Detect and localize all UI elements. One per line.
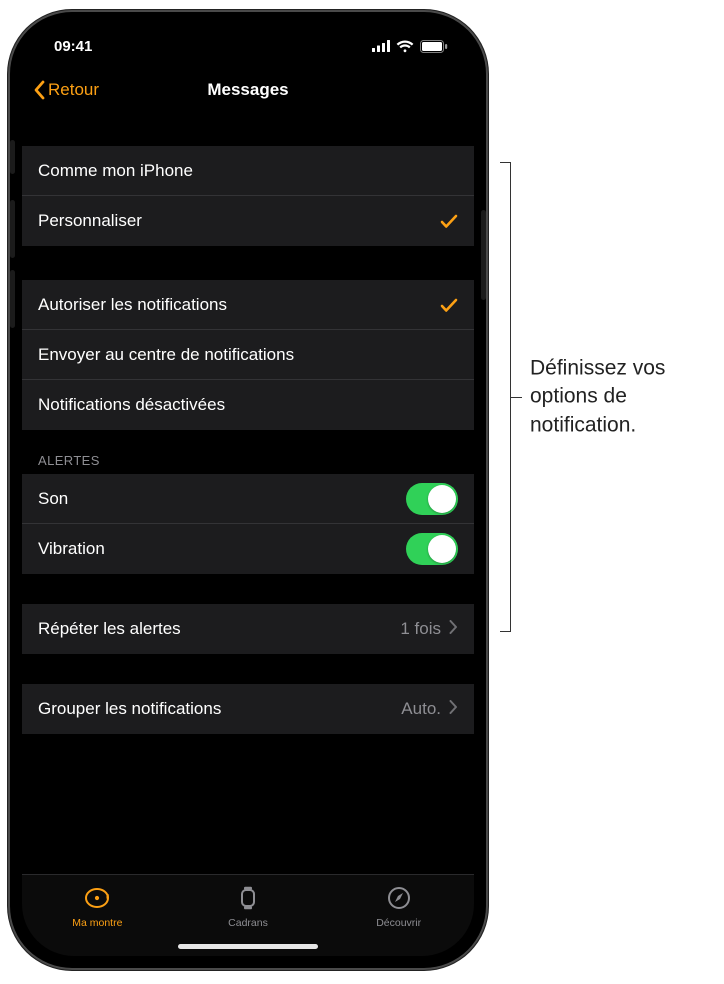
notifications-group: Autoriser les notifications Envoyer au c… bbox=[22, 280, 474, 430]
row-notifications-off[interactable]: Notifications désactivées bbox=[22, 380, 474, 430]
volume-up-button bbox=[10, 200, 15, 258]
compass-icon bbox=[385, 885, 413, 914]
row-label: Répéter les alertes bbox=[38, 619, 181, 639]
chevron-right-icon bbox=[449, 619, 458, 639]
battery-icon bbox=[420, 40, 448, 53]
row-sound: Son bbox=[22, 474, 474, 524]
chevron-right-icon bbox=[449, 699, 458, 719]
tab-faces[interactable]: Cadrans bbox=[173, 875, 324, 938]
tab-label: Ma montre bbox=[72, 917, 122, 929]
row-label: Envoyer au centre de notifications bbox=[38, 345, 294, 365]
callout-annotation: Définissez vos options de notification. bbox=[500, 162, 710, 632]
tab-discover[interactable]: Découvrir bbox=[323, 875, 474, 938]
row-haptic: Vibration bbox=[22, 524, 474, 574]
row-label: Grouper les notifications bbox=[38, 699, 221, 719]
row-allow-notifications[interactable]: Autoriser les notifications bbox=[22, 280, 474, 330]
watch-face-icon bbox=[234, 885, 262, 914]
watch-icon bbox=[83, 885, 111, 914]
sound-toggle[interactable] bbox=[406, 483, 458, 515]
row-group-notifications[interactable]: Grouper les notifications Auto. bbox=[22, 684, 474, 734]
row-send-to-nc[interactable]: Envoyer au centre de notifications bbox=[22, 330, 474, 380]
section-header-label: ALERTES bbox=[38, 453, 100, 468]
home-indicator[interactable] bbox=[178, 944, 318, 949]
settings-content: Comme mon iPhone Personnaliser Autoriser… bbox=[22, 112, 474, 874]
callout-text: Définissez vos options de notification. bbox=[530, 354, 710, 439]
status-time: 09:41 bbox=[54, 38, 92, 55]
tab-my-watch[interactable]: Ma montre bbox=[22, 875, 173, 938]
row-label: Son bbox=[38, 489, 68, 509]
haptic-toggle[interactable] bbox=[406, 533, 458, 565]
notch bbox=[148, 24, 348, 54]
page-title: Messages bbox=[207, 80, 288, 100]
back-button[interactable]: Retour bbox=[32, 68, 99, 112]
row-repeat-alerts[interactable]: Répéter les alertes 1 fois bbox=[22, 604, 474, 654]
nav-bar: Retour Messages bbox=[22, 68, 474, 112]
volume-down-button bbox=[10, 270, 15, 328]
row-custom[interactable]: Personnaliser bbox=[22, 196, 474, 246]
row-label: Vibration bbox=[38, 539, 105, 559]
mirror-group: Comme mon iPhone Personnaliser bbox=[22, 146, 474, 246]
grouping-group: Grouper les notifications Auto. bbox=[22, 684, 474, 734]
row-label: Personnaliser bbox=[38, 211, 142, 231]
row-label: Notifications désactivées bbox=[38, 395, 225, 415]
cellular-icon bbox=[372, 40, 390, 52]
mute-switch bbox=[10, 140, 15, 174]
repeat-group: Répéter les alertes 1 fois bbox=[22, 604, 474, 654]
iphone-frame: 09:41 Retour bbox=[8, 10, 488, 970]
wifi-icon bbox=[396, 40, 414, 53]
alerts-header: ALERTES bbox=[22, 430, 474, 474]
tab-label: Découvrir bbox=[376, 917, 421, 929]
row-label: Autoriser les notifications bbox=[38, 295, 227, 315]
row-value: 1 fois bbox=[400, 619, 441, 639]
callout-bracket bbox=[500, 162, 522, 632]
row-mirror-iphone[interactable]: Comme mon iPhone bbox=[22, 146, 474, 196]
row-label: Comme mon iPhone bbox=[38, 161, 193, 181]
checkmark-icon bbox=[440, 212, 458, 230]
row-value: Auto. bbox=[401, 699, 441, 719]
checkmark-icon bbox=[440, 296, 458, 314]
tab-label: Cadrans bbox=[228, 917, 268, 929]
back-label: Retour bbox=[48, 80, 99, 100]
alerts-group: Son Vibration bbox=[22, 474, 474, 574]
side-button bbox=[481, 210, 486, 300]
